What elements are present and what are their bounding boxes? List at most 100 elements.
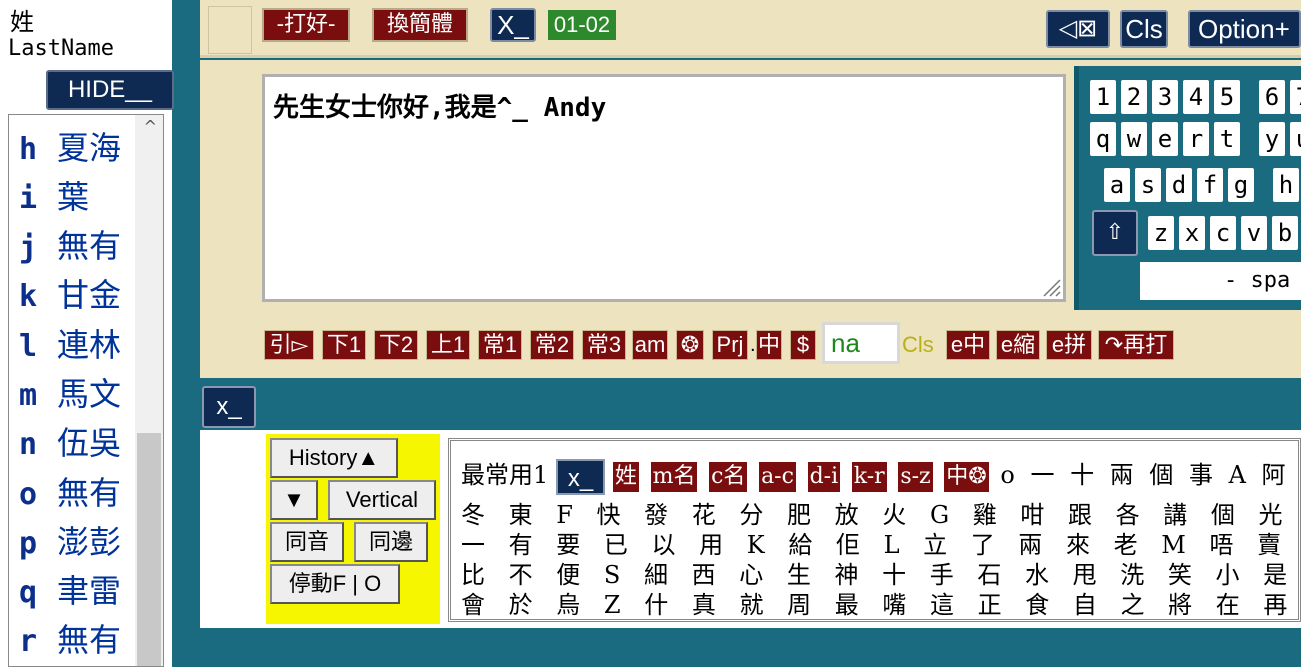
key-u[interactable]: u (1290, 122, 1301, 156)
key-v[interactable]: v (1241, 216, 1267, 250)
cls-button[interactable]: Cls (1120, 10, 1168, 48)
e-shrink-button[interactable]: e縮 (996, 330, 1040, 360)
key-5[interactable]: 5 (1214, 80, 1240, 114)
option-button[interactable]: Option+ (1188, 10, 1301, 48)
tag-m-name[interactable]: m名 (650, 461, 698, 492)
key-b[interactable]: b (1272, 216, 1298, 250)
shift-key[interactable]: ⇧ (1092, 210, 1138, 256)
key-f[interactable]: f (1197, 168, 1223, 202)
space-key[interactable]: - spa (1140, 262, 1301, 300)
key-r[interactable]: r (1183, 122, 1209, 156)
separator-dot: . (750, 334, 756, 356)
list-item[interactable]: p 澎彭 (19, 517, 121, 565)
list-item-value: 連林 (57, 326, 122, 364)
lower-x-button[interactable]: x_ (202, 386, 256, 428)
char-row-1-rest[interactable]: o 一 十 兩 個 事 A 阿 (1000, 461, 1289, 489)
list-item[interactable]: r 無有 (19, 615, 121, 663)
key-1[interactable]: 1 (1090, 80, 1116, 114)
history-button[interactable]: History▲ (270, 438, 398, 478)
list-item-key: p (19, 526, 38, 561)
list-item-key: i (19, 181, 38, 216)
key-x[interactable]: x (1179, 216, 1205, 250)
tag-k-r[interactable]: k-r (851, 461, 887, 492)
tag-chinese-flower[interactable]: 中❂ (944, 461, 989, 492)
key-4[interactable]: 4 (1183, 80, 1209, 114)
convert-simplified-button[interactable]: 換簡體 (372, 8, 468, 42)
surname-list[interactable]: ^ h 夏海 i葉 j 無有 k 甘金 l 連林 m 馬文 n 伍吳 o 無有 p 澎彭 q 聿雷… (8, 114, 164, 667)
list-item-key: j (19, 230, 38, 265)
key-q[interactable]: q (1090, 122, 1116, 156)
list-item[interactable]: k 甘金 (19, 270, 121, 318)
key-c[interactable]: c (1210, 216, 1236, 250)
list-item-value: 葉 (57, 178, 90, 216)
text-editor[interactable]: 先生女士你好,我是^_ Andy (262, 74, 1066, 302)
common3-button[interactable]: 常3 (582, 330, 626, 360)
chinese-button[interactable]: 中 (756, 330, 782, 360)
tag-a-c[interactable]: a-c (759, 461, 796, 492)
common1-button[interactable]: 常1 (478, 330, 522, 360)
list-item[interactable]: q 聿雷 (19, 566, 121, 614)
up1-button[interactable]: 上1 (426, 330, 470, 360)
quote-button[interactable]: 引▻ (264, 330, 314, 360)
same-radical-button[interactable]: 同邊 (354, 522, 428, 562)
stop-move-button[interactable]: 停動F | O (270, 564, 400, 604)
character-grid: 最常用1 x_ 姓 m名 c名 a-c d-i k-r s-z 中❂ o 一 十… (448, 438, 1301, 622)
hide-button[interactable]: HIDE__ (46, 70, 174, 110)
key-a[interactable]: a (1104, 168, 1130, 202)
key-2[interactable]: 2 (1121, 80, 1147, 114)
char-x-button[interactable]: x_ (555, 458, 606, 495)
common2-button[interactable]: 常2 (530, 330, 574, 360)
key-e[interactable]: e (1152, 122, 1178, 156)
homophone-button[interactable]: 同音 (270, 522, 344, 562)
tag-d-i[interactable]: d-i (807, 461, 841, 492)
list-item-key: m (19, 378, 38, 413)
list-item[interactable]: m 馬文 (19, 369, 121, 417)
tag-s-z[interactable]: s-z (898, 461, 933, 492)
list-item-value: 夏海 (57, 129, 122, 167)
toolbar-spacer (208, 6, 252, 54)
list-item[interactable]: l 連林 (19, 320, 121, 368)
gear-flower-button[interactable]: ❂ (676, 330, 704, 360)
list-item[interactable]: i葉 (19, 172, 89, 220)
dollar-button[interactable]: $ (790, 330, 816, 360)
key-d[interactable]: d (1166, 168, 1192, 202)
key-y[interactable]: y (1259, 122, 1285, 156)
tag-surname[interactable]: 姓 (612, 461, 639, 492)
list-item[interactable]: j 無有 (19, 221, 121, 269)
key-t[interactable]: t (1214, 122, 1240, 156)
key-h[interactable]: h (1273, 168, 1299, 202)
retype-button[interactable]: ↷再打 (1098, 330, 1174, 360)
char-row-5[interactable]: 會 於 烏 Z 什 真 就 周 最 嘴 這 正 食 自 之 將 在 再 做 早 … (461, 585, 1298, 619)
key-3[interactable]: 3 (1152, 80, 1178, 114)
cls-link[interactable]: Cls (902, 332, 934, 358)
down-arrow-button[interactable]: ▼ (270, 480, 318, 520)
code-input[interactable]: na (822, 322, 900, 364)
list-item[interactable]: h 夏海 (19, 123, 121, 171)
resize-grip-icon[interactable] (1040, 276, 1062, 298)
key-z[interactable]: z (1148, 216, 1174, 250)
scroll-up-icon[interactable]: ^ (144, 117, 157, 136)
e-chinese-button[interactable]: e中 (946, 330, 990, 360)
down2-button[interactable]: 下2 (374, 330, 418, 360)
am-button[interactable]: am (632, 330, 668, 360)
list-item[interactable]: o 無有 (19, 468, 121, 516)
list-item[interactable]: n 伍吳 (19, 418, 121, 466)
vertical-button[interactable]: Vertical (328, 480, 436, 520)
key-s[interactable]: s (1135, 168, 1161, 202)
key-7[interactable]: 7 (1290, 80, 1301, 114)
clear-x-button[interactable]: ◁⊠ (1046, 10, 1110, 48)
key-g[interactable]: g (1228, 168, 1254, 202)
down1-button[interactable]: 下1 (322, 330, 366, 360)
lastname-label: LastName (8, 36, 114, 61)
x-button[interactable]: X_ (490, 8, 536, 42)
e-pinyin-button[interactable]: e拼 (1046, 330, 1092, 360)
list-item-key: r (19, 624, 38, 659)
key-w[interactable]: w (1121, 122, 1147, 156)
most-common-label: 最常用1 (461, 461, 549, 489)
prj-button[interactable]: Prj (712, 330, 748, 360)
key-6[interactable]: 6 (1259, 80, 1285, 114)
scrollbar-thumb[interactable] (137, 433, 161, 666)
type-good-button[interactable]: -打好- (262, 8, 350, 42)
tag-c-name[interactable]: c名 (709, 461, 748, 492)
list-item-key: k (19, 279, 38, 314)
